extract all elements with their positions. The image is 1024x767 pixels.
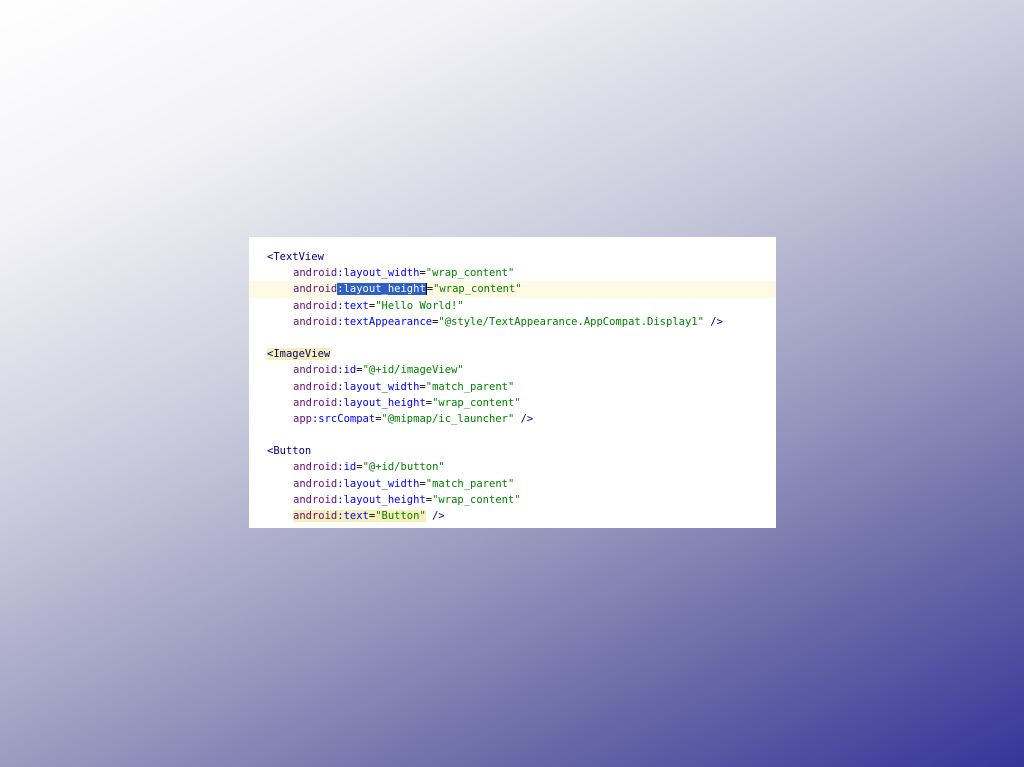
attr-name: :layout_width	[337, 380, 420, 393]
code-line[interactable]: android:layout_height="wrap_content"	[249, 492, 776, 508]
attr-value: "Button"	[375, 510, 426, 522]
selected-attr-name: :layout_height	[337, 283, 426, 296]
xml-attribute: android:layout_height="wrap_content"	[293, 494, 521, 506]
attr-value: "wrap_content"	[433, 283, 522, 296]
attr-namespace: android	[293, 315, 338, 328]
attr-value: "wrap_content"	[432, 493, 521, 506]
attr-namespace: android	[293, 299, 338, 312]
xml-tag-open: <Button	[267, 445, 312, 458]
code-line[interactable]: android:textAppearance="@style/TextAppea…	[249, 314, 776, 330]
xml-tag-close: />	[703, 315, 723, 328]
attr-namespace: android	[293, 267, 338, 280]
xml-attribute: android:layout_width="match_parent"	[293, 381, 514, 393]
attr-value: "@style/TextAppearance.AppCompat.Display…	[438, 315, 704, 328]
code-blank-line[interactable]	[249, 427, 776, 443]
code-line[interactable]: android:layout_width="match_parent"	[249, 379, 776, 395]
xml-attribute: android:layout_width="wrap_content"	[293, 267, 514, 279]
attr-name: :layout_width	[337, 477, 420, 490]
code-line[interactable]: app:srcCompat="@mipmap/ic_launcher" />	[249, 411, 776, 427]
code-line[interactable]: android:layout_width="match_parent"	[249, 476, 776, 492]
attr-namespace: android	[293, 364, 338, 377]
attr-namespace: android	[293, 380, 338, 393]
xml-attribute: android:text="Button"	[293, 510, 426, 522]
code-line[interactable]: android:layout_height="wrap_content"	[249, 395, 776, 411]
attr-namespace: android	[293, 493, 338, 506]
xml-tag-open: <ImageView	[267, 348, 331, 361]
attr-name: :text	[337, 299, 369, 312]
xml-attribute: android:text="Hello World!"	[293, 300, 464, 312]
xml-tag-close: />	[514, 412, 534, 425]
attr-namespace: android	[293, 510, 338, 522]
attr-namespace: android	[293, 396, 338, 409]
attr-value: "match_parent"	[425, 380, 515, 393]
code-line[interactable]: android:id="@+id/button"	[249, 459, 776, 475]
attr-name: :textAppearance	[337, 315, 433, 328]
attr-namespace: android	[293, 283, 338, 296]
attr-value: "Hello World!"	[375, 299, 464, 312]
code-line[interactable]: <TextView	[249, 249, 776, 265]
attr-value: "@+id/button"	[362, 461, 445, 474]
code-line[interactable]: <ImageView	[249, 346, 776, 362]
attr-value: "wrap_content"	[425, 267, 515, 280]
attr-namespace: android	[293, 477, 338, 490]
attr-namespace: app	[293, 412, 312, 425]
code-line[interactable]: <Button	[249, 443, 776, 459]
slide-background: <TextView android:layout_width="wrap_cont…	[0, 0, 1024, 767]
attr-name: :srcCompat	[311, 412, 376, 425]
xml-tag-close: />	[425, 510, 445, 522]
xml-attribute: android:layout_height="wrap_content"	[293, 283, 522, 296]
code-line[interactable]: android:text="Hello World!"	[249, 298, 776, 314]
code-line[interactable]: android:layout_height="wrap_content"	[249, 281, 776, 298]
attr-value: "match_parent"	[425, 477, 515, 490]
xml-attribute: android:id="@+id/imageView"	[293, 364, 464, 376]
code-editor-panel[interactable]: <TextView android:layout_width="wrap_cont…	[249, 237, 776, 528]
xml-attribute: app:srcCompat="@mipmap/ic_launcher"	[293, 413, 514, 425]
xml-attribute: android:layout_width="match_parent"	[293, 478, 514, 490]
xml-attribute: android:layout_height="wrap_content"	[293, 397, 521, 409]
attr-name: :text	[337, 510, 369, 522]
attr-name: :layout_width	[337, 267, 420, 280]
attr-name: :id	[337, 461, 357, 474]
code-blank-line[interactable]	[249, 330, 776, 346]
attr-name: :id	[337, 364, 357, 377]
xml-tag-open: <TextView	[267, 251, 324, 263]
attr-namespace: android	[293, 461, 338, 474]
xml-attribute: android:id="@+id/button"	[293, 461, 445, 473]
code-line[interactable]: android:text="Button" />	[249, 508, 776, 524]
attr-name: :layout_height	[337, 493, 426, 506]
code-line[interactable]: android:id="@+id/imageView"	[249, 362, 776, 378]
xml-attribute: android:textAppearance="@style/TextAppea…	[293, 316, 704, 328]
code-line[interactable]: android:layout_width="wrap_content"	[249, 265, 776, 281]
attr-value: "@+id/imageView"	[362, 364, 464, 377]
attr-name: :layout_height	[337, 396, 426, 409]
attr-value: "@mipmap/ic_launcher"	[381, 412, 515, 425]
attr-value: "wrap_content"	[432, 396, 521, 409]
